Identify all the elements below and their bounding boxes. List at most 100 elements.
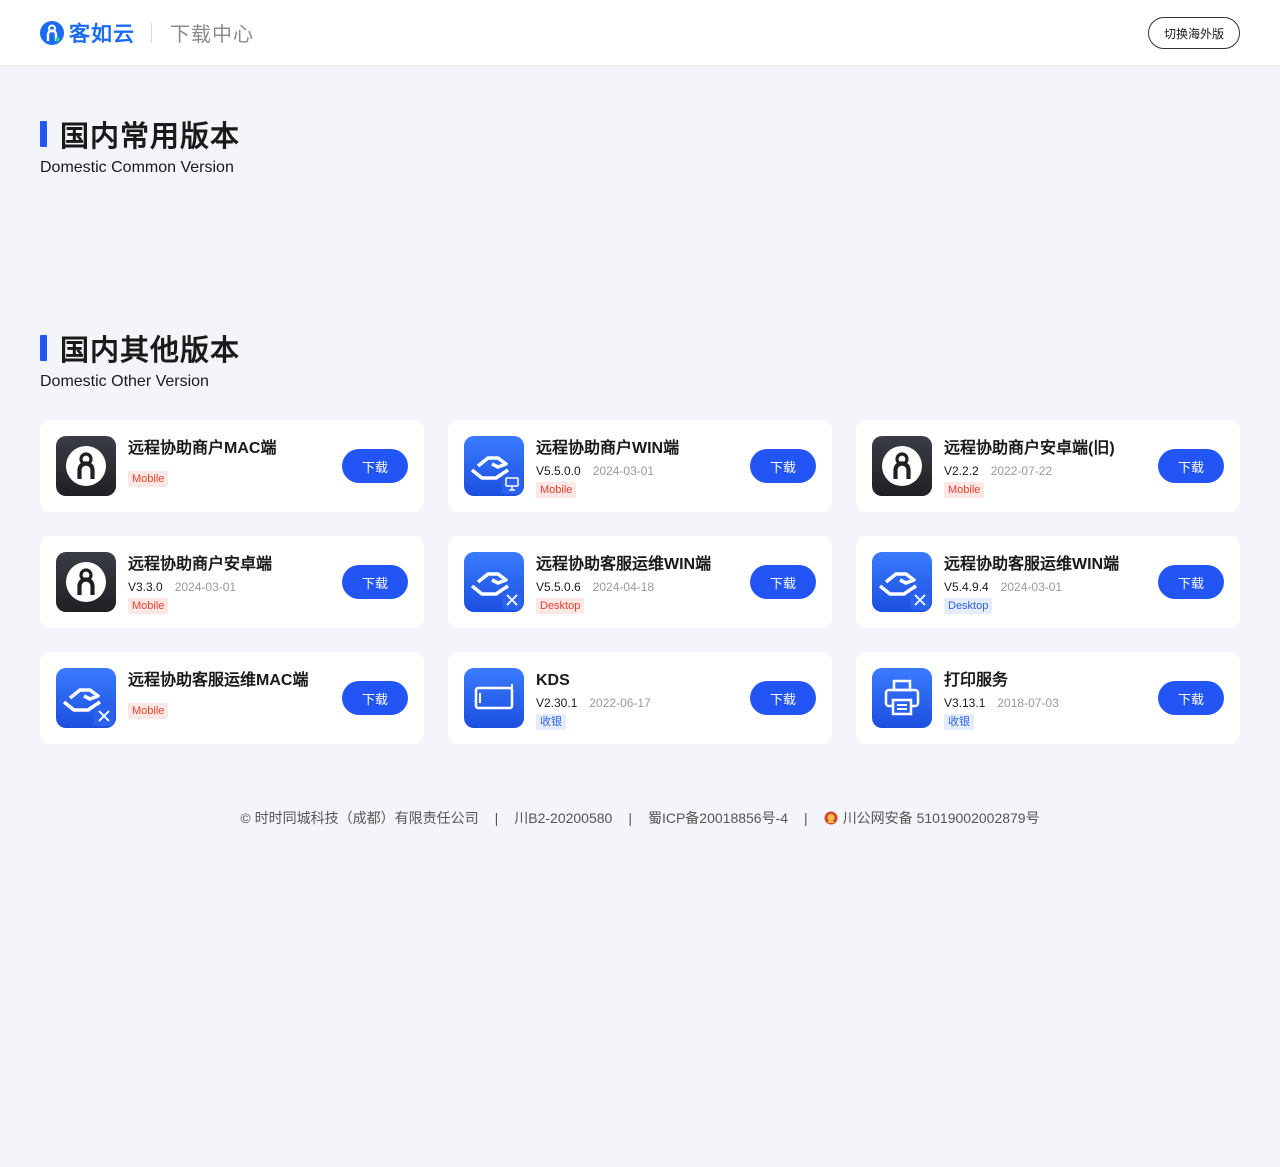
app-info: 远程协助客服运维WIN端 V5.5.0.6 2024-04-18 Desktop <box>536 552 711 614</box>
app-card: 远程协助客服运维MAC端 Mobile 下载 <box>40 652 424 744</box>
app-version: V2.30.1 <box>536 696 578 710</box>
app-date: 2024-03-01 <box>174 580 237 594</box>
platform-tag: Mobile <box>128 598 169 614</box>
app-meta: V3.3.0 2024-03-01 <box>128 579 272 595</box>
brand-logo[interactable]: 客如云 <box>40 18 135 48</box>
app-date: 2024-03-01 <box>1000 580 1063 594</box>
app-info: KDS V2.30.1 2022-06-17 收银 <box>536 668 651 730</box>
download-button[interactable]: 下载 <box>1158 565 1224 599</box>
download-button[interactable]: 下载 <box>750 449 816 483</box>
police-record: 川公网安备 51019002002879号 <box>842 810 1040 826</box>
app-card: 远程协助客服运维WIN端 V5.4.9.4 2024-03-01 Desktop… <box>856 536 1240 628</box>
printer-icon <box>872 668 932 728</box>
switch-overseas-button[interactable]: 切换海外版 <box>1148 17 1240 49</box>
app-card: 远程协助商户安卓端 V3.3.0 2024-03-01 Mobile 下载 <box>40 536 424 628</box>
download-button[interactable]: 下载 <box>342 449 408 483</box>
app-meta: V5.5.0.0 2024-03-01 <box>536 463 679 479</box>
app-date: 2022-07-22 <box>990 464 1053 478</box>
platform-tag: Mobile <box>536 482 577 498</box>
brand-name: 客如云 <box>69 22 135 46</box>
app-card: 远程协助商户WIN端 V5.5.0.0 2024-03-01 Mobile 下载 <box>448 420 832 512</box>
download-button[interactable]: 下载 <box>342 681 408 715</box>
platform-tag: Desktop <box>944 598 993 614</box>
app-name: 远程协助客服运维WIN端 <box>944 556 1120 573</box>
keruyun-logo-icon <box>40 20 64 45</box>
icp-record[interactable]: 蜀ICP备20018856号-4 <box>648 808 788 828</box>
app-name: 远程协助商户安卓端 <box>128 556 273 573</box>
police-badge-icon <box>824 811 838 825</box>
footer-separator: | <box>804 810 808 826</box>
section-title: 国内常用版本 <box>60 121 241 153</box>
app-meta: V5.5.0.6 2024-04-18 <box>536 579 711 595</box>
app-version: V5.4.9.4 <box>944 580 989 594</box>
platform-tag: 收银 <box>536 714 566 730</box>
download-button[interactable]: 下载 <box>342 565 408 599</box>
header-divider <box>151 22 152 43</box>
section-subtitle: Domestic Other Version <box>40 373 209 390</box>
app-date: 2018-07-03 <box>997 696 1059 710</box>
section-accent-bar <box>40 335 47 361</box>
keruyun-dark-icon <box>56 436 116 496</box>
app-name: 远程协助商户安卓端(旧) <box>944 440 1115 457</box>
license-number[interactable]: 川B2-20200580 <box>514 808 612 828</box>
app-version: V3.3.0 <box>128 580 163 594</box>
app-name: 远程协助客服运维MAC端 <box>128 672 309 689</box>
app-version: V5.5.0.6 <box>536 580 581 594</box>
app-card: KDS V2.30.1 2022-06-17 收银 下载 <box>448 652 832 744</box>
section-subtitle: Domestic Common Version <box>40 159 234 176</box>
app-info: 远程协助商户安卓端 V3.3.0 2024-03-01 Mobile <box>128 552 272 614</box>
section-other: 国内其他版本 Domestic Other Version <box>40 327 240 391</box>
site-footer: © 时时同城科技（成都）有限责任公司 | 川B2-20200580 | 蜀ICP… <box>0 808 1280 828</box>
section-title: 国内其他版本 <box>60 335 241 367</box>
footer-separator: | <box>628 810 632 826</box>
company-copyright: © 时时同城科技（成都）有限责任公司 <box>240 810 479 826</box>
app-name: 打印服务 <box>944 672 1009 689</box>
app-name: KDS <box>536 672 570 689</box>
app-date: 2024-03-01 <box>592 464 655 478</box>
app-meta: V5.4.9.4 2024-03-01 <box>944 579 1119 595</box>
app-card: 远程协助商户安卓端(旧) V2.2.2 2022-07-22 Mobile 下载 <box>856 420 1240 512</box>
app-name: 远程协助商户WIN端 <box>536 440 680 457</box>
app-date: 2022-06-17 <box>589 696 651 710</box>
app-meta: V3.13.1 2018-07-03 <box>944 695 1059 711</box>
section-common: 国内常用版本 Domestic Common Version <box>40 113 240 177</box>
keruyun-dark-icon <box>872 436 932 496</box>
kds-screen-icon <box>464 668 524 728</box>
police-record-link[interactable]: 川公网安备 51019002002879号 <box>824 808 1040 828</box>
app-name: 远程协助客服运维WIN端 <box>536 556 712 573</box>
platform-tag: Mobile <box>944 482 985 498</box>
download-button[interactable]: 下载 <box>1158 681 1224 715</box>
app-name: 远程协助商户MAC端 <box>128 440 277 457</box>
handshake-monitor-icon <box>464 436 524 496</box>
footer-separator: | <box>494 810 499 826</box>
app-info: 远程协助商户MAC端 Mobile <box>128 436 276 487</box>
handshake-tools-icon <box>464 552 524 612</box>
app-date: 2024-04-18 <box>592 580 655 594</box>
platform-tag: Desktop <box>536 598 585 614</box>
keruyun-dark-icon <box>56 552 116 612</box>
download-button[interactable]: 下载 <box>1158 449 1224 483</box>
handshake-tools-icon <box>56 668 116 728</box>
app-card: 远程协助客服运维WIN端 V5.5.0.6 2024-04-18 Desktop… <box>448 536 832 628</box>
app-card-grid: 远程协助商户MAC端 Mobile 下载 远程协助商户WIN端 V5.5.0.0… <box>40 420 1240 744</box>
app-info: 打印服务 V3.13.1 2018-07-03 收银 <box>944 668 1059 730</box>
handshake-tools-icon <box>872 552 932 612</box>
page-title: 下载中心 <box>170 24 254 46</box>
app-version: V2.2.2 <box>944 464 979 478</box>
download-button[interactable]: 下载 <box>750 681 816 715</box>
app-card: 打印服务 V3.13.1 2018-07-03 收银 下载 <box>856 652 1240 744</box>
app-info: 远程协助商户安卓端(旧) V2.2.2 2022-07-22 Mobile <box>944 436 1115 498</box>
app-version: V5.5.0.0 <box>536 464 581 478</box>
top-header: 客如云 下载中心 切换海外版 <box>0 0 1280 66</box>
download-button[interactable]: 下载 <box>750 565 816 599</box>
platform-tag: 收银 <box>944 714 974 730</box>
app-card: 远程协助商户MAC端 Mobile 下载 <box>40 420 424 512</box>
app-meta: V2.2.2 2022-07-22 <box>944 463 1115 479</box>
section-accent-bar <box>40 121 47 147</box>
app-version: V3.13.1 <box>944 696 986 710</box>
app-info: 远程协助商户WIN端 V5.5.0.0 2024-03-01 Mobile <box>536 436 679 498</box>
app-info: 远程协助客服运维WIN端 V5.4.9.4 2024-03-01 Desktop <box>944 552 1119 614</box>
app-info: 远程协助客服运维MAC端 Mobile <box>128 668 308 719</box>
app-meta: V2.30.1 2022-06-17 <box>536 695 651 711</box>
platform-tag: Mobile <box>128 703 169 719</box>
